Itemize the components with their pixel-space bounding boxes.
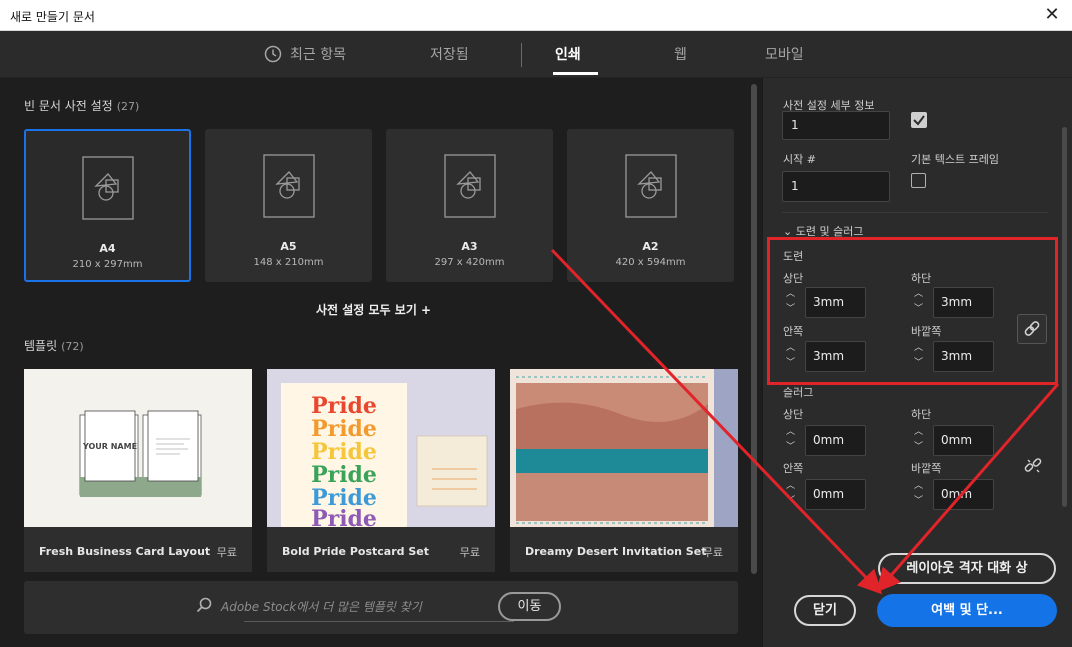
document-icon: [443, 154, 496, 218]
presets-scrollbar[interactable]: [751, 84, 757, 574]
preset-size: 148 x 210mm: [253, 257, 324, 268]
template-price: 무료: [216, 546, 237, 559]
stepper-arrows[interactable]: ︿ ﹀: [783, 479, 803, 510]
close-icon[interactable]: ✕: [1042, 4, 1062, 25]
slug-outside-field[interactable]: 0mm: [933, 479, 994, 510]
details-scrollbar[interactable]: [1062, 127, 1067, 507]
preset-name: A2: [642, 240, 659, 253]
active-tab-indicator: [553, 72, 598, 75]
document-icon: [81, 156, 134, 220]
tab-divider: [521, 43, 522, 67]
chevron-up-icon[interactable]: ︿: [786, 428, 795, 437]
window-title: 새로 만들기 문서: [10, 10, 95, 24]
templates-title: 템플릿: [24, 339, 58, 353]
primary-text-frame-label: 기본 텍스트 프레임: [911, 153, 999, 166]
layout-grid-dialog-button[interactable]: 레이아웃 격자 대화 상: [878, 553, 1056, 584]
slug-inside-label: 안쪽: [783, 462, 804, 475]
pride-postcard-thumbnail: Pride Pride Pride Pride Pride Pride: [267, 369, 495, 527]
document-icon: [262, 154, 315, 218]
tab-web[interactable]: 웹: [674, 44, 687, 64]
template-pride-postcard[interactable]: Pride Pride Pride Pride Pride Pride Bold…: [267, 369, 495, 572]
tab-print[interactable]: 인쇄: [555, 44, 581, 64]
slug-top-stepper[interactable]: ︿ ﹀ 0mm: [783, 425, 866, 456]
business-card-thumbnail: YOUR NAME: [24, 369, 252, 527]
templates-heading: 템플릿 (72): [24, 337, 84, 354]
preset-size: 210 x 297mm: [72, 259, 143, 270]
checkmark-icon: [911, 112, 927, 128]
primary-text-frame-checkbox[interactable]: [911, 173, 926, 188]
facing-pages-checkbox[interactable]: [911, 112, 927, 128]
template-name: Dreamy Desert Invitation Set: [525, 545, 707, 558]
template-business-card[interactable]: YOUR NAME Fresh Business Card Layout 무료: [24, 369, 252, 572]
chevron-down-icon[interactable]: ﹀: [786, 443, 795, 452]
template-name: Bold Pride Postcard Set: [282, 545, 429, 558]
stepper-arrows[interactable]: ︿ ﹀: [911, 479, 931, 510]
tab-saved[interactable]: 저장됨: [430, 44, 469, 64]
slug-bottom-field[interactable]: 0mm: [933, 425, 994, 456]
pride-word: Pride: [311, 506, 377, 527]
templates-count: (72): [61, 340, 84, 353]
preset-size: 297 x 420mm: [434, 257, 505, 268]
slug-outside-stepper[interactable]: ︿ ﹀ 0mm: [911, 479, 994, 510]
preset-name: A4: [99, 242, 116, 255]
start-number-label: 시작 #: [783, 153, 816, 166]
view-all-presets-link[interactable]: 사전 설정 모두 보기 +: [316, 301, 431, 318]
stock-search-bar: Adobe Stock에서 더 많은 템플릿 찾기 이동: [24, 581, 738, 634]
stepper-arrows[interactable]: ︿ ﹀: [783, 425, 803, 456]
preset-a2[interactable]: A2 420 x 594mm: [567, 129, 734, 282]
preset-name: A3: [461, 240, 478, 253]
slug-bottom-stepper[interactable]: ︿ ﹀ 0mm: [911, 425, 994, 456]
template-name: Fresh Business Card Layout: [39, 545, 211, 558]
stepper-arrows[interactable]: ︿ ﹀: [911, 425, 931, 456]
slug-top-label: 상단: [783, 408, 804, 421]
slug-inside-stepper[interactable]: ︿ ﹀ 0mm: [783, 479, 866, 510]
slug-title: 슬러그: [783, 386, 814, 399]
divider: [782, 212, 1048, 213]
tab-recent[interactable]: 최근 항목: [290, 44, 346, 64]
slug-top-field[interactable]: 0mm: [805, 425, 866, 456]
chevron-up-icon[interactable]: ︿: [914, 428, 923, 437]
card-name-text: YOUR NAME: [82, 442, 137, 451]
preset-a5[interactable]: A5 148 x 210mm: [205, 129, 372, 282]
pages-field[interactable]: 1: [782, 111, 890, 140]
chevron-down-icon[interactable]: ﹀: [914, 497, 923, 506]
slug-bottom-label: 하단: [911, 408, 932, 421]
blank-presets-heading: 빈 문서 사전 설정 (27): [24, 97, 139, 114]
template-price: 무료: [702, 546, 723, 559]
chevron-up-icon[interactable]: ︿: [786, 482, 795, 491]
chevron-down-icon[interactable]: ﹀: [914, 443, 923, 452]
preset-a3[interactable]: A3 297 x 420mm: [386, 129, 553, 282]
chevron-down-icon[interactable]: ﹀: [786, 497, 795, 506]
go-button[interactable]: 이동: [498, 592, 561, 621]
title-bar: 새로 만들기 문서 ✕: [0, 0, 1072, 31]
document-icon: [624, 154, 677, 218]
broken-link-icon[interactable]: [1022, 455, 1044, 477]
template-price: 무료: [459, 546, 480, 559]
start-number-field[interactable]: 1: [782, 171, 890, 202]
category-tabs: 최근 항목 저장됨 인쇄 웹 모바일: [0, 31, 1072, 78]
clock-icon: [264, 45, 282, 63]
chevron-up-icon[interactable]: ︿: [914, 482, 923, 491]
preset-a4[interactable]: A4 210 x 297mm: [24, 129, 191, 282]
slug-outside-label: 바깥쪽: [911, 462, 942, 475]
tab-mobile[interactable]: 모바일: [765, 44, 804, 64]
margins-columns-button[interactable]: 여백 및 단...: [877, 594, 1057, 627]
close-button[interactable]: 닫기: [794, 595, 856, 626]
preset-size: 420 x 594mm: [615, 257, 686, 268]
blank-presets-title: 빈 문서 사전 설정: [24, 99, 113, 113]
bleed-highlight-box: [767, 237, 1058, 385]
template-desert-invitation[interactable]: Dreamy Desert Invitation Set 무료: [510, 369, 738, 572]
slug-inside-field[interactable]: 0mm: [805, 479, 866, 510]
blank-presets-count: (27): [116, 100, 140, 113]
search-underline: [244, 621, 514, 622]
search-input[interactable]: Adobe Stock에서 더 많은 템플릿 찾기: [221, 598, 422, 615]
desert-invitation-thumbnail: [510, 369, 738, 527]
search-icon: [196, 597, 212, 613]
preset-name: A5: [280, 240, 297, 253]
